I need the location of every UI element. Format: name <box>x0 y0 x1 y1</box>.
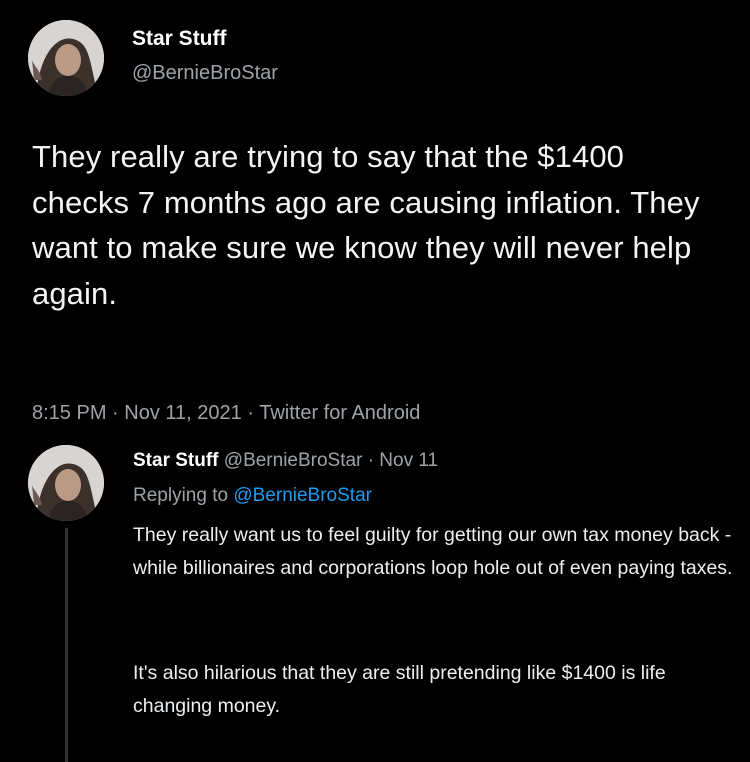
reply-text: They really want us to feel guilty for g… <box>133 524 733 579</box>
profile-photo-icon <box>28 20 104 96</box>
user-handle[interactable]: @BernieBroStar <box>224 450 363 471</box>
replying-to-line: Replying to @BernieBroStar <box>133 485 372 507</box>
replying-to-label: Replying to <box>133 485 229 506</box>
user-handle[interactable]: @BernieBroStar <box>132 62 278 85</box>
tweet-source[interactable]: Twitter for Android <box>259 402 420 424</box>
mention-link[interactable]: @BernieBroStar <box>233 485 372 506</box>
reply-text: It's also hilarious that they are still … <box>133 662 666 717</box>
tweet-metadata: 8:15 PM · Nov 11, 2021 · Twitter for And… <box>32 402 420 425</box>
display-name[interactable]: Star Stuff <box>132 27 227 51</box>
profile-photo-icon <box>28 445 104 521</box>
meta-separator: · <box>367 450 375 471</box>
tweet-text: They really are trying to say that the $… <box>32 139 700 311</box>
reply-header: Star Stuff @BernieBroStar · Nov 11 <box>133 450 438 472</box>
thread-line <box>65 528 68 762</box>
reply-date[interactable]: Nov 11 <box>379 450 438 471</box>
avatar[interactable] <box>28 20 104 96</box>
avatar[interactable] <box>28 445 104 521</box>
meta-separator: · <box>247 402 255 424</box>
display-name[interactable]: Star Stuff <box>133 450 219 471</box>
tweet-time[interactable]: 8:15 PM <box>32 402 106 424</box>
tweet-date[interactable]: Nov 11, 2021 <box>124 402 242 424</box>
meta-separator: · <box>112 402 119 424</box>
